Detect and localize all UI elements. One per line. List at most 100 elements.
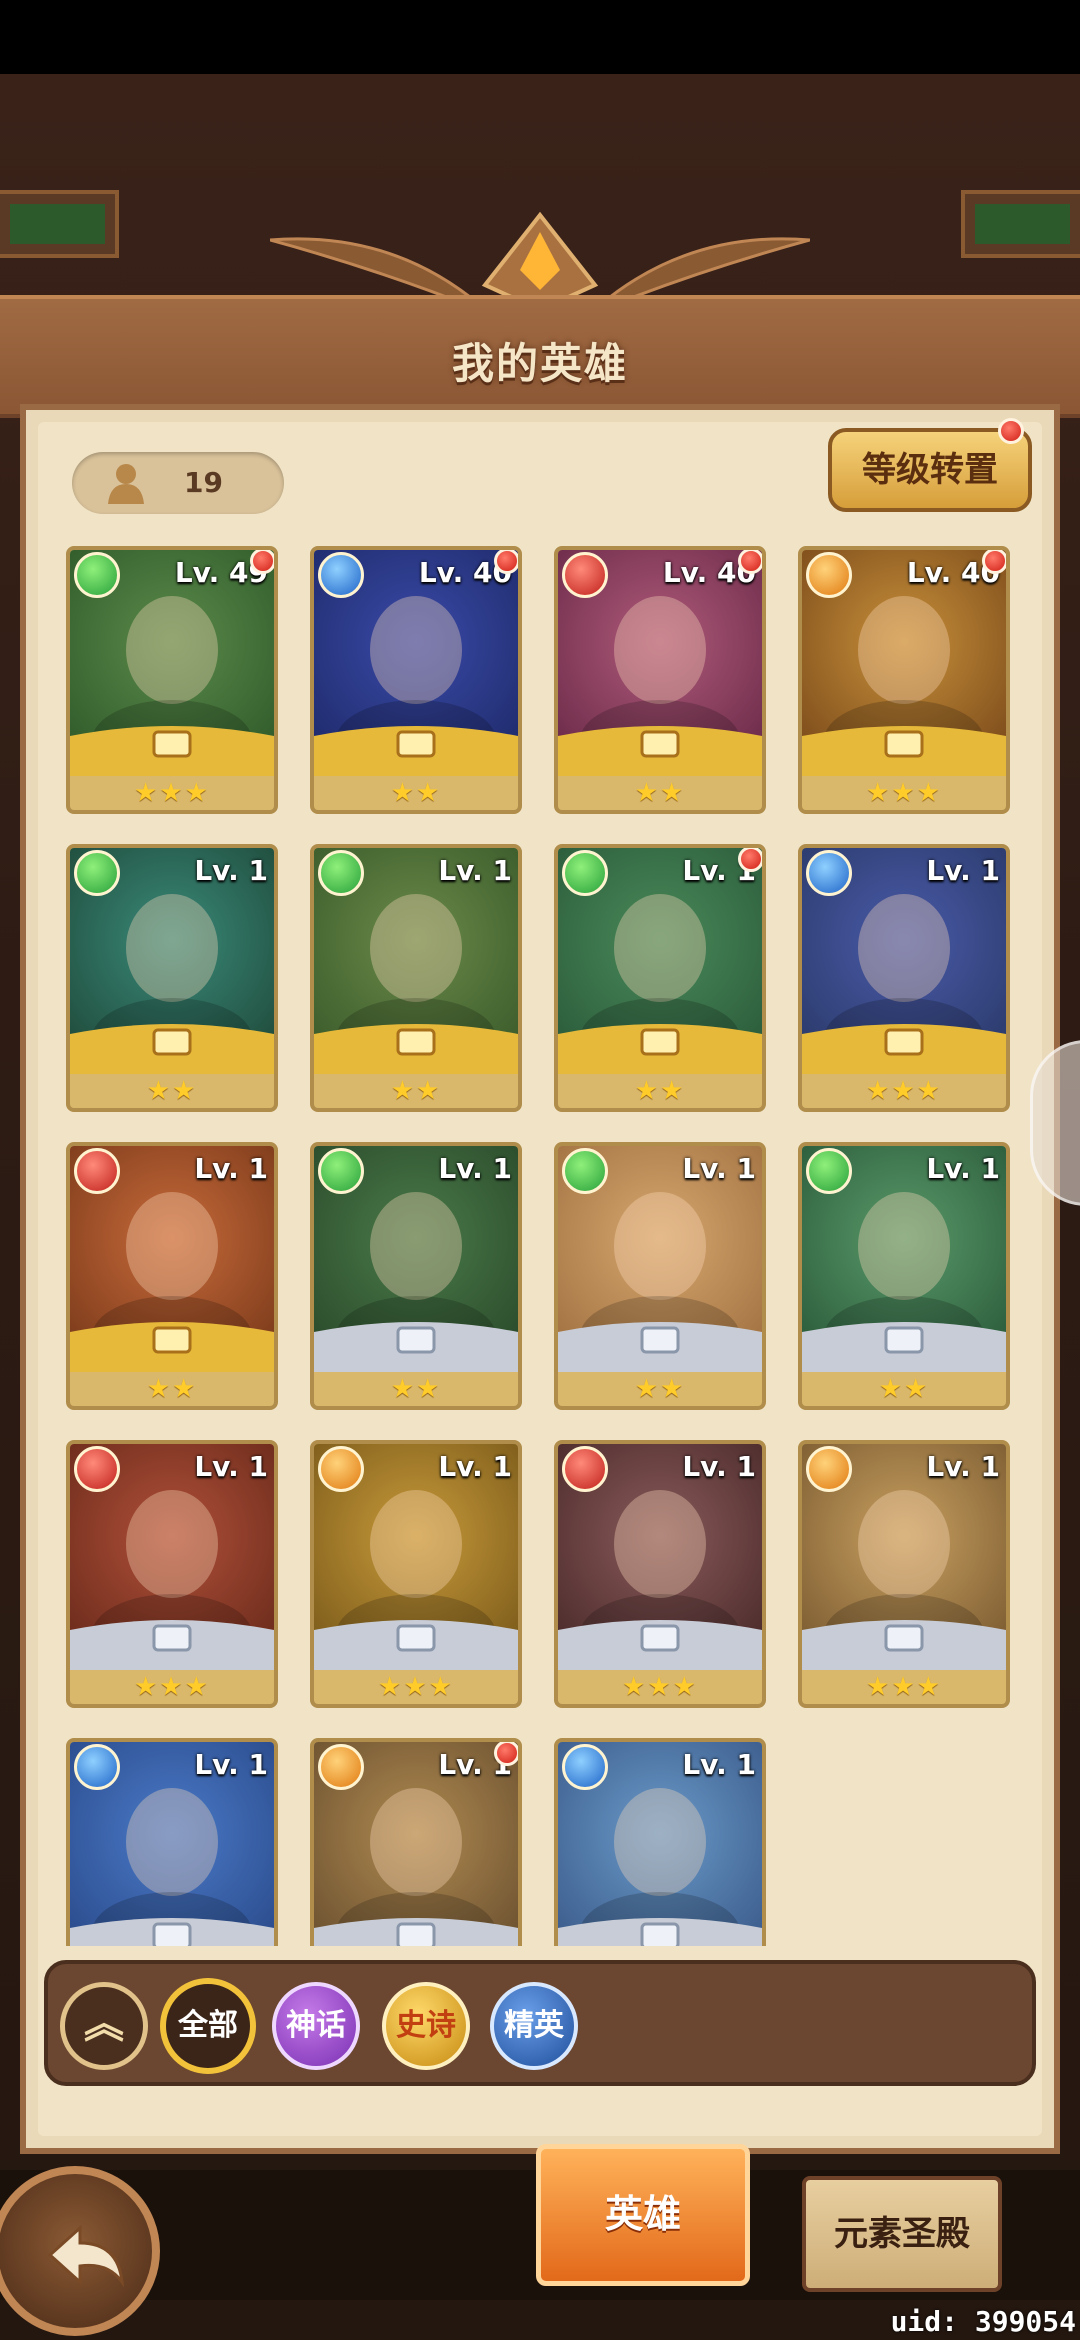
hero-stars: ★★ (878, 1374, 930, 1404)
green-element-icon (806, 1148, 852, 1194)
hero-card[interactable]: Lv. 40 ★★ (554, 546, 766, 814)
hero-stars: ★★ (634, 778, 686, 808)
hero-stars: ★★★ (866, 1076, 942, 1106)
rarity-frame (314, 726, 518, 776)
rarity-frame (802, 1322, 1006, 1372)
hero-card[interactable]: Lv. 1 (66, 1738, 278, 1946)
hero-card[interactable]: Lv. 1 ★★★ (310, 1440, 522, 1708)
green-element-icon (562, 1148, 608, 1194)
hero-level: Lv. 1 (438, 854, 512, 887)
hero-card[interactable]: Lv. 1 ★★★ (798, 1440, 1010, 1708)
hero-stars: ★★ (390, 1076, 442, 1106)
hero-stars: ★★ (390, 1374, 442, 1404)
hero-card[interactable]: Lv. 1 ★★★ (66, 1440, 278, 1708)
hero-stars: ★★ (146, 1374, 198, 1404)
hero-stars: ★★ (634, 1374, 686, 1404)
user-id-label: uid: 399054 (890, 2305, 1076, 2338)
hero-card[interactable]: Lv. 1 ★★ (554, 1142, 766, 1410)
red-element-icon (74, 1446, 120, 1492)
red-element-icon (74, 1148, 120, 1194)
hero-card[interactable]: Lv. 40 ★★★ (798, 546, 1010, 814)
hero-level: Lv. 1 (438, 1152, 512, 1185)
hero-stars: ★★★ (378, 1672, 454, 1702)
hero-stars: ★★★ (134, 778, 210, 808)
notification-dot (494, 550, 518, 574)
rarity-frame (802, 726, 1006, 776)
person-icon (108, 464, 144, 504)
orange-element-icon (806, 1446, 852, 1492)
hero-level: Lv. 1 (682, 1450, 756, 1483)
red-element-icon (562, 552, 608, 598)
rarity-frame (70, 1024, 274, 1074)
hero-card[interactable]: Lv. 40 ★★ (310, 546, 522, 814)
rarity-frame (558, 1024, 762, 1074)
notification-dot (982, 550, 1006, 574)
rarity-frame (70, 726, 274, 776)
rarity-frame (70, 1620, 274, 1670)
green-element-icon (74, 552, 120, 598)
rarity-frame (314, 1620, 518, 1670)
hero-card[interactable]: Lv. 1 ★★ (310, 844, 522, 1112)
hero-card[interactable]: Lv. 1 ★★ (66, 844, 278, 1112)
rarity-frame (802, 1024, 1006, 1074)
hero-count: 19 (184, 466, 223, 499)
hero-card[interactable]: Lv. 1 ★★ (310, 1142, 522, 1410)
blue-element-icon (318, 552, 364, 598)
tab-heroes[interactable]: 英雄 (536, 2144, 750, 2286)
hero-card[interactable]: Lv. 1 ★★ (66, 1142, 278, 1410)
hero-level: Lv. 1 (194, 1450, 268, 1483)
hero-stars: ★★★ (134, 1672, 210, 1702)
orange-element-icon (318, 1744, 364, 1790)
rarity-frame (314, 1024, 518, 1074)
hero-count-badge: 19 (72, 452, 284, 514)
green-element-icon (318, 1148, 364, 1194)
hero-grid: Lv. 49 ★★★ Lv. 40 ★★ Lv. 40 ★★ Lv. 40 ★★★ Lv. 1 ★… (66, 546, 1026, 1946)
hero-card[interactable]: Lv. 1 (310, 1738, 522, 1946)
filter-mythic-button[interactable]: 神话 (272, 1982, 360, 2070)
green-element-icon (562, 850, 608, 896)
collapse-chevron-icon[interactable]: ︽ (60, 1982, 148, 2070)
rarity-frame (558, 1620, 762, 1670)
rarity-frame (558, 1918, 762, 1946)
rarity-frame (558, 726, 762, 776)
hero-card[interactable]: Lv. 1 ★★ (554, 844, 766, 1112)
filter-epic-button[interactable]: 史诗 (382, 1982, 470, 2070)
rarity-frame (70, 1322, 274, 1372)
rarity-frame (314, 1918, 518, 1946)
left-pillar-decoration (0, 190, 119, 258)
notification-dot (738, 550, 762, 574)
hero-card[interactable]: Lv. 1 ★★★ (554, 1440, 766, 1708)
hero-level: Lv. 1 (926, 1450, 1000, 1483)
notification-dot (738, 848, 762, 872)
notification-dot (494, 1742, 518, 1766)
page-title: 我的英雄 (451, 339, 628, 388)
blue-element-icon (806, 850, 852, 896)
hero-card[interactable]: Lv. 1 (554, 1738, 766, 1946)
hero-card[interactable]: Lv. 1 ★★★ (798, 844, 1010, 1112)
hero-stars: ★★ (634, 1076, 686, 1106)
filter-elite-button[interactable]: 精英 (490, 1982, 578, 2070)
notification-dot (998, 418, 1024, 444)
notification-dot (250, 550, 274, 574)
hero-level: Lv. 1 (682, 1152, 756, 1185)
hero-level: Lv. 1 (682, 1748, 756, 1781)
rarity-frame (558, 1322, 762, 1372)
rarity-frame (802, 1620, 1006, 1670)
rarity-frame (314, 1322, 518, 1372)
hero-stars: ★★★ (622, 1672, 698, 1702)
rarity-frame (70, 1918, 274, 1946)
status-bar (0, 0, 1080, 74)
blue-element-icon (74, 1744, 120, 1790)
hero-stars: ★★★ (866, 778, 942, 808)
hero-card[interactable]: Lv. 1 ★★ (798, 1142, 1010, 1410)
back-arrow-icon (47, 2224, 125, 2288)
green-element-icon (318, 850, 364, 896)
hero-stars: ★★ (390, 778, 442, 808)
tab-element-temple[interactable]: 元素圣殿 (802, 2176, 1002, 2292)
filter-all-button[interactable]: 全部 (160, 1978, 256, 2074)
red-element-icon (562, 1446, 608, 1492)
hero-stars: ★★★ (866, 1672, 942, 1702)
blue-element-icon (562, 1744, 608, 1790)
hero-card[interactable]: Lv. 49 ★★★ (66, 546, 278, 814)
hero-level: Lv. 1 (194, 1748, 268, 1781)
